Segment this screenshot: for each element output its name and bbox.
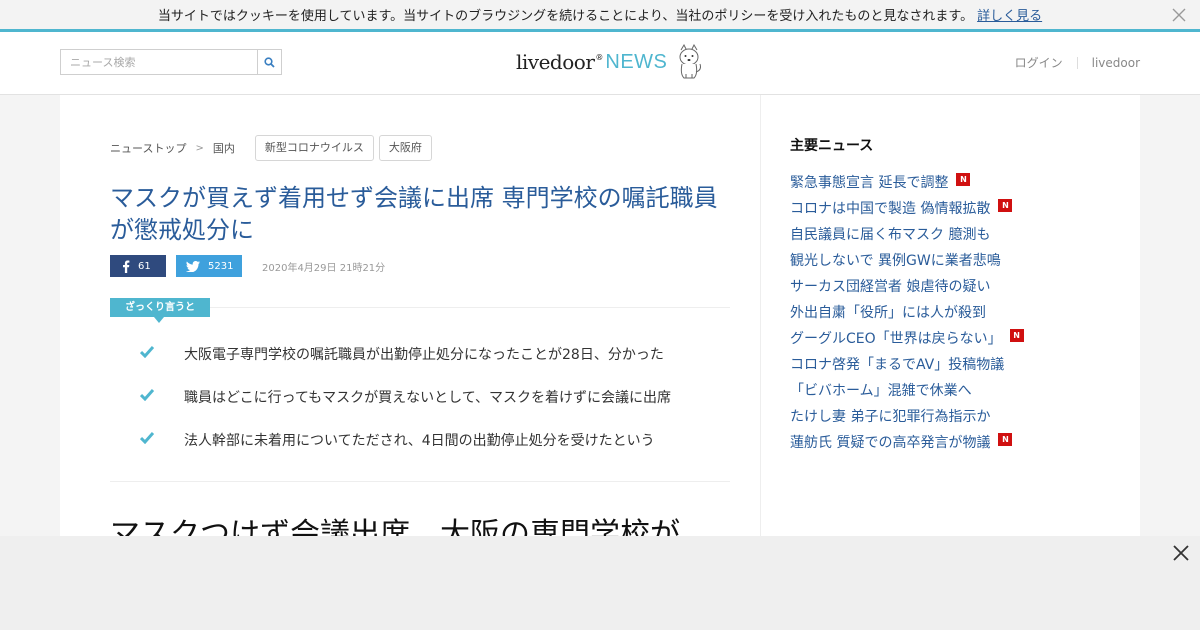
twitter-count: 5231 <box>208 260 234 272</box>
summary-text: 法人幹部に未着用についてただされ、4日間の出勤停止処分を受けたという <box>184 433 655 449</box>
breadcrumb-home[interactable]: ニューストップ <box>110 140 186 156</box>
news-item[interactable]: コロナ啓発「まるでAV」投稿物議 <box>790 351 1110 377</box>
summary-list: 大阪電子専門学校の嘱託職員が出勤停止処分になったことが28日、分かった 職員はど… <box>140 345 671 474</box>
news-item-label: 緊急事態宣言 延長で調整 <box>790 175 949 191</box>
news-item[interactable]: サーカス団経営者 娘虐待の疑い <box>790 273 1110 299</box>
news-item[interactable]: 「ビバホーム」混雑で休業へ <box>790 377 1110 403</box>
news-item[interactable]: グーグルCEO「世界は戻らない」 N <box>790 325 1110 351</box>
tag-osaka[interactable]: 大阪府 <box>378 135 432 161</box>
logo-registered-mark: ® <box>595 52 604 62</box>
sidebar-divider <box>760 95 761 536</box>
news-item[interactable]: 外出自粛「役所」には人が殺到 <box>790 299 1110 325</box>
sidebar-title: 主要ニュース <box>790 138 874 154</box>
summary-item: 職員はどこに行ってもマスクが買えないとして、マスクを着けずに会議に出席 <box>140 388 671 431</box>
news-item-label: グーグルCEO「世界は戻らない」 <box>790 331 1002 347</box>
chevron-right-icon: > <box>195 142 204 154</box>
news-item[interactable]: 自民議員に届く布マスク 臆測も <box>790 221 1110 247</box>
news-item-label: たけし妻 弟子に犯罪行為指示か <box>790 409 991 425</box>
article-heading: マスクつけず会議出席 大阪の専門学校が <box>110 517 680 536</box>
header-divider <box>1076 56 1078 69</box>
check-icon <box>140 346 154 358</box>
twitter-icon <box>186 260 200 272</box>
dog-mascot-icon <box>679 44 702 79</box>
news-item-label: 観光しないで 異例GWに業者悲鳴 <box>790 253 1001 269</box>
breadcrumb: ニューストップ > 国内 新型コロナウイルス 大阪府 <box>110 135 432 161</box>
news-item-label: 自民議員に届く布マスク 臆測も <box>790 227 991 243</box>
check-icon <box>140 432 154 444</box>
news-item[interactable]: 蓮舫氏 質疑での高卒発言が物議 N <box>790 429 1110 455</box>
new-badge: N <box>1009 328 1024 342</box>
cookie-more-link[interactable]: 詳しく見る <box>977 5 1042 24</box>
article: ニューストップ > 国内 新型コロナウイルス 大阪府 マスクが買えず着用せず会議… <box>110 95 730 536</box>
logo-text: livedoor <box>516 50 595 74</box>
summary-label: ざっくり言うと <box>110 298 210 323</box>
news-item-label: サーカス団経営者 娘虐待の疑い <box>790 279 991 295</box>
site-header: livedoor ® NEWS ログイン livedoor <box>0 32 1200 95</box>
site-logo[interactable]: livedoor ® NEWS <box>516 42 703 82</box>
search-input[interactable] <box>61 50 257 74</box>
breadcrumb-category[interactable]: 国内 <box>213 140 235 156</box>
summary-text: 職員はどこに行ってもマスクが買えないとして、マスクを着けずに会議に出席 <box>184 390 672 406</box>
news-item[interactable]: コロナは中国で製造 偽情報拡散 N <box>790 195 1110 221</box>
article-date: 2020年4月29日 21時21分 <box>262 262 386 274</box>
facebook-count: 61 <box>138 260 151 272</box>
search-button[interactable] <box>257 50 281 74</box>
news-item[interactable]: 観光しないで 異例GWに業者悲鳴 <box>790 247 1110 273</box>
share-bar: 61 5231 2020年4月29日 21時21分 <box>110 255 385 277</box>
new-badge: N <box>998 198 1013 212</box>
close-icon[interactable] <box>1170 6 1188 24</box>
summary-divider <box>210 307 730 308</box>
login-link[interactable]: ログイン <box>1015 54 1063 71</box>
news-item-label: コロナは中国で製造 偽情報拡散 <box>790 201 991 217</box>
tag-coronavirus[interactable]: 新型コロナウイルス <box>254 135 374 161</box>
sidebar: 主要ニュース 緊急事態宣言 延長で調整 N コロナは中国で製造 偽情報拡散 N 自民議員… <box>790 135 1110 455</box>
news-item-label: 蓮舫氏 質疑での高卒発言が物議 <box>790 435 991 451</box>
cookie-banner: 当サイトではクッキーを使用しています。当サイトのブラウジングを続けることにより、… <box>0 0 1200 32</box>
check-icon <box>140 389 154 401</box>
page-content: ニューストップ > 国内 新型コロナウイルス 大阪府 マスクが買えず着用せず会議… <box>60 95 1140 536</box>
facebook-share-button[interactable]: 61 <box>110 255 166 277</box>
article-title: マスクが買えず着用せず会議に出席 専門学校の嘱託職員が懲戒処分に <box>110 184 718 244</box>
news-item-label: 「ビバホーム」混雑で休業へ <box>790 383 972 399</box>
summary-text: 大阪電子専門学校の嘱託職員が出勤停止処分になったことが28日、分かった <box>184 347 664 363</box>
new-badge: N <box>956 172 971 186</box>
news-item-label: 外出自粛「役所」には人が殺到 <box>790 305 986 321</box>
logo-news-text: NEWS <box>605 50 668 73</box>
new-badge: N <box>998 432 1013 446</box>
summary-item: 大阪電子専門学校の嘱託職員が出勤停止処分になったことが28日、分かった <box>140 345 671 388</box>
summary-item: 法人幹部に未着用についてただされ、4日間の出勤停止処分を受けたという <box>140 431 671 474</box>
header-nav: ログイン livedoor <box>1015 54 1140 71</box>
ad-overlay <box>0 536 1200 630</box>
search-icon <box>264 56 275 68</box>
livedoor-link[interactable]: livedoor <box>1092 56 1140 70</box>
news-list: 緊急事態宣言 延長で調整 N コロナは中国で製造 偽情報拡散 N 自民議員に届く布マスク… <box>790 169 1110 455</box>
cookie-message: 当サイトではクッキーを使用しています。当サイトのブラウジングを続けることにより、… <box>157 9 974 24</box>
twitter-share-button[interactable]: 5231 <box>176 255 242 277</box>
news-item[interactable]: たけし妻 弟子に犯罪行為指示か <box>790 403 1110 429</box>
news-item[interactable]: 緊急事態宣言 延長で調整 N <box>790 169 1110 195</box>
search-box <box>60 49 282 75</box>
article-divider <box>110 481 730 482</box>
close-icon[interactable] <box>1172 544 1190 562</box>
facebook-icon <box>123 260 130 273</box>
news-item-label: コロナ啓発「まるでAV」投稿物議 <box>790 357 1005 373</box>
